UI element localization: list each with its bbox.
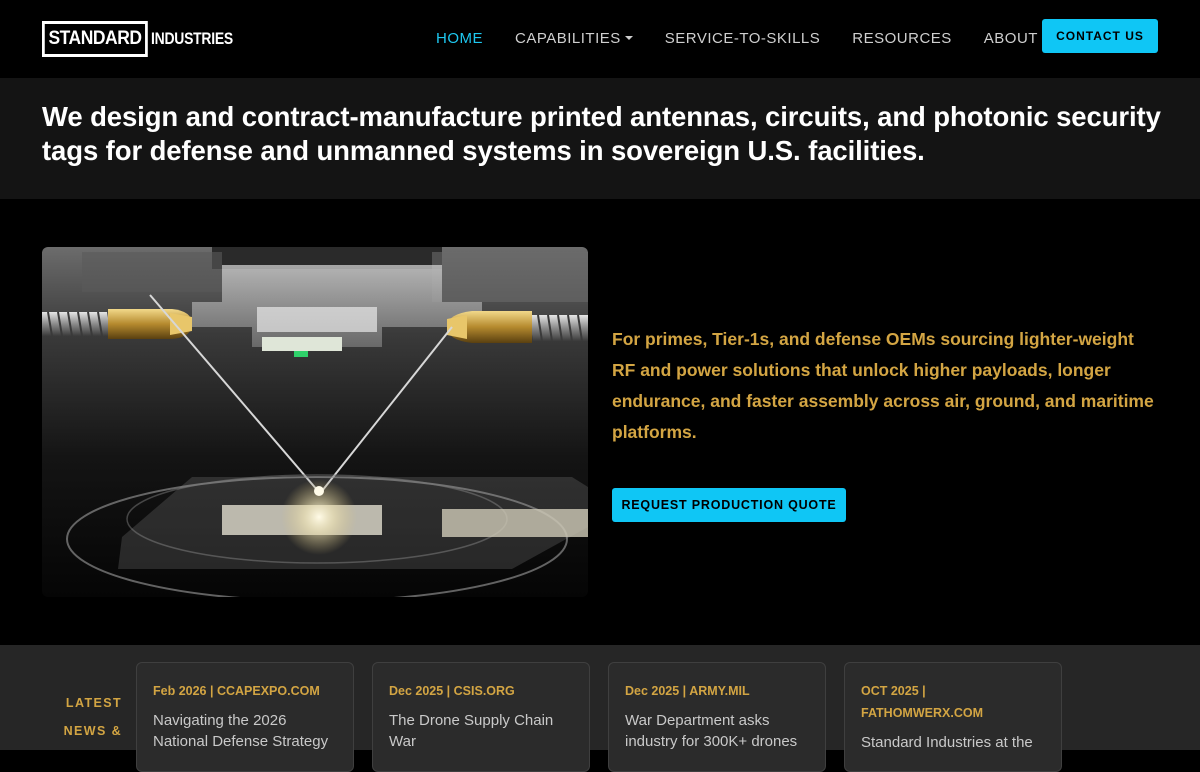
- logo-wordmark: STANDARD: [42, 21, 148, 57]
- nav-capabilities-label: CAPABILITIES: [515, 30, 621, 47]
- contact-us-button[interactable]: CONTACT US: [1042, 19, 1158, 53]
- news-section-label: LATEST NEWS &: [63, 696, 122, 738]
- news-card[interactable]: Dec 2025 | CSIS.ORG The Drone Supply Cha…: [372, 662, 590, 772]
- hero-headline: We design and contract-manufacture print…: [42, 101, 1161, 166]
- nav-service-to-skills[interactable]: SERVICE-TO-SKILLS: [665, 30, 821, 47]
- nav-capabilities[interactable]: CAPABILITIES: [515, 30, 633, 47]
- news-card-meta: Dec 2025 | CSIS.ORG: [389, 684, 515, 698]
- nav-home[interactable]: HOME: [436, 30, 483, 47]
- navbar: STANDARD INDUSTRIES HOME CAPABILITIES SE…: [0, 0, 1200, 78]
- news-card-title: War Department asks industry for 300K+ d…: [625, 712, 798, 750]
- news-card[interactable]: Dec 2025 | ARMY.MIL War Department asks …: [608, 662, 826, 772]
- request-quote-button[interactable]: REQUEST PRODUCTION QUOTE: [612, 488, 846, 522]
- news-card-title: Navigating the 2026 National Defense Str…: [153, 712, 329, 750]
- probe-station-photo: [42, 247, 588, 597]
- news-card-meta: OCT 2025 | FATHOMWERX.COM: [861, 684, 983, 720]
- hero-band: We design and contract-manufacture print…: [0, 78, 1200, 199]
- nav-resources[interactable]: RESOURCES: [852, 30, 952, 47]
- nav-about[interactable]: ABOUT: [984, 30, 1038, 47]
- site-logo[interactable]: STANDARD INDUSTRIES: [42, 21, 251, 57]
- news-card-meta: Dec 2025 | ARMY.MIL: [625, 684, 750, 698]
- news-card[interactable]: Feb 2026 | CCAPEXPO.COM Navigating the 2…: [136, 662, 354, 772]
- chevron-down-icon: [624, 36, 633, 40]
- news-card-meta: Feb 2026 | CCAPEXPO.COM: [153, 684, 320, 698]
- audience-statement: For primes, Tier-1s, and defense OEMs so…: [612, 329, 1154, 442]
- probe-station-illustration: [42, 247, 588, 597]
- logo-subtitle: INDUSTRIES: [151, 29, 234, 48]
- main-nav: HOME CAPABILITIES SERVICE-TO-SKILLS RESO…: [436, 30, 1070, 47]
- news-card[interactable]: OCT 2025 | FATHOMWERX.COM Standard Indus…: [844, 662, 1062, 772]
- news-card-title: The Drone Supply Chain War: [389, 712, 554, 750]
